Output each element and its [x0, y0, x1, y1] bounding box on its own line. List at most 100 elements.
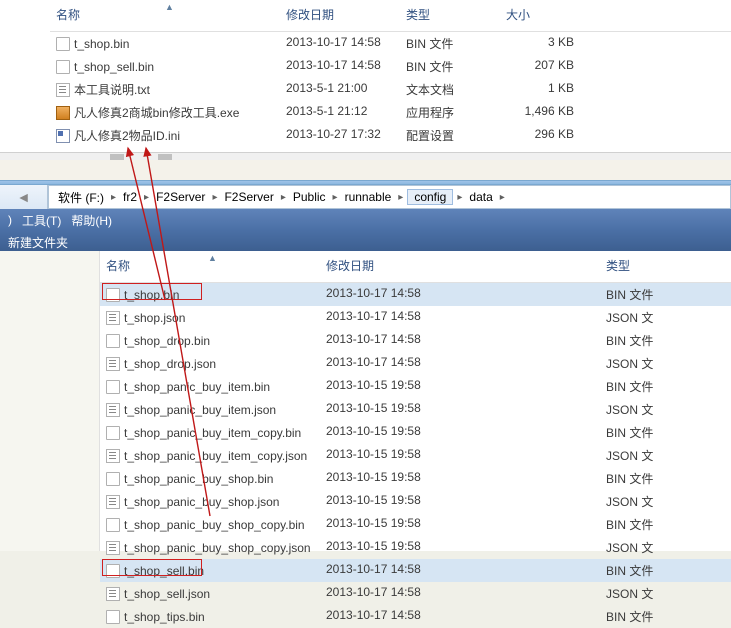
- file-type: BIN 文件: [600, 284, 731, 305]
- column-date[interactable]: 修改日期: [320, 255, 600, 276]
- file-name: t_shop_panic_buy_shop_copy.json: [124, 541, 311, 555]
- top-file-pane: 名称 ▲ 修改日期 类型 大小 t_shop.bin2013-10-17 14:…: [0, 0, 731, 152]
- file-row[interactable]: 凡人修真2物品ID.ini2013-10-27 17:32配置设置296 KB: [50, 124, 731, 147]
- file-name: t_shop_panic_buy_item_copy.bin: [124, 426, 301, 440]
- column-name[interactable]: 名称 ▲: [100, 255, 320, 276]
- file-row[interactable]: t_shop_panic_buy_item_copy.bin2013-10-15…: [100, 421, 731, 444]
- sort-indicator-icon: ▲: [208, 253, 217, 263]
- file-name: t_shop_panic_buy_shop.json: [124, 495, 279, 509]
- file-size: 296 KB: [500, 125, 580, 146]
- menu-bar: ) 工具(T) 帮助(H): [0, 209, 731, 231]
- file-icon: [106, 380, 120, 394]
- file-row[interactable]: 凡人修真2商城bin修改工具.exe 2013-5-1 21:12应用程序1,49…: [50, 101, 731, 124]
- bottom-file-list[interactable]: t_shop.bin2013-10-17 14:58BIN 文件t_shop.j…: [100, 283, 731, 628]
- file-name: t_shop_sell.json: [124, 587, 210, 601]
- file-icon: [106, 334, 120, 348]
- file-row[interactable]: t_shop_sell.bin 2013-10-17 14:58BIN 文件: [100, 559, 731, 582]
- txt-icon: [106, 311, 120, 325]
- file-size: 1,496 KB: [500, 102, 580, 123]
- file-size: 207 KB: [500, 56, 580, 77]
- file-row[interactable]: t_shop_panic_buy_item.json2013-10-15 19:…: [100, 398, 731, 421]
- file-date: 2013-10-17 14:58: [320, 330, 600, 351]
- file-type: 应用程序: [400, 102, 500, 123]
- file-row[interactable]: t_shop.bin 2013-10-17 14:58BIN 文件: [100, 283, 731, 306]
- file-row[interactable]: t_shop_panic_buy_shop.json2013-10-15 19:…: [100, 490, 731, 513]
- column-name-label: 名称: [106, 257, 130, 274]
- breadcrumb-item[interactable]: Public: [290, 190, 329, 204]
- file-date: 2013-10-15 19:58: [320, 376, 600, 397]
- exe-icon: [56, 106, 70, 120]
- file-row[interactable]: t_shop_drop.json2013-10-17 14:58JSON 文: [100, 352, 731, 375]
- file-row[interactable]: t_shop_panic_buy_shop.bin2013-10-15 19:5…: [100, 467, 731, 490]
- chevron-right-icon: ▸: [457, 192, 462, 203]
- file-row[interactable]: t_shop_tips.bin2013-10-17 14:58BIN 文件: [100, 605, 731, 628]
- file-name: t_shop.bin: [124, 288, 179, 302]
- file-date: 2013-10-17 14:58: [320, 560, 600, 581]
- file-row[interactable]: t_shop_sell.bin2013-10-17 14:58BIN 文件207…: [50, 55, 731, 78]
- breadcrumb-item[interactable]: fr2: [120, 190, 140, 204]
- file-date: 2013-10-15 19:58: [320, 537, 600, 558]
- file-date: 2013-10-17 14:58: [320, 284, 600, 305]
- breadcrumb-item[interactable]: F2Server: [153, 190, 208, 204]
- breadcrumb-item[interactable]: config: [407, 189, 453, 205]
- column-size[interactable]: 大小: [500, 4, 580, 25]
- column-date[interactable]: 修改日期: [280, 4, 400, 25]
- breadcrumb-item[interactable]: 软件 (F:): [55, 189, 107, 206]
- file-row[interactable]: t_shop.json2013-10-17 14:58JSON 文: [100, 306, 731, 329]
- file-date: 2013-10-27 17:32: [280, 125, 400, 146]
- file-date: 2013-10-17 14:58: [280, 56, 400, 77]
- file-size: 3 KB: [500, 33, 580, 54]
- top-columns-header: 名称 ▲ 修改日期 类型 大小: [50, 0, 731, 32]
- scrollbar-thumb[interactable]: [158, 154, 172, 160]
- breadcrumb-item[interactable]: runnable: [342, 190, 395, 204]
- txt-icon: [106, 587, 120, 601]
- menu-tools[interactable]: 工具(T): [22, 212, 61, 229]
- file-type: BIN 文件: [600, 560, 731, 581]
- file-row[interactable]: t_shop_sell.json2013-10-17 14:58JSON 文: [100, 582, 731, 605]
- breadcrumb-item[interactable]: F2Server: [221, 190, 276, 204]
- file-date: 2013-10-17 14:58: [320, 583, 600, 604]
- file-icon: [106, 518, 120, 532]
- breadcrumb[interactable]: 软件 (F:)▸fr2▸F2Server▸F2Server▸Public▸run…: [48, 185, 731, 209]
- txt-icon: [106, 403, 120, 417]
- file-name: t_shop_panic_buy_shop.bin: [124, 472, 273, 486]
- breadcrumb-item[interactable]: data: [466, 190, 495, 204]
- file-name: 凡人修真2商城bin修改工具.exe: [74, 104, 239, 121]
- menu-fragment: ): [8, 213, 12, 227]
- file-date: 2013-10-17 14:58: [280, 33, 400, 54]
- file-row[interactable]: t_shop_drop.bin2013-10-17 14:58BIN 文件: [100, 329, 731, 352]
- file-row[interactable]: t_shop_panic_buy_shop_copy.bin2013-10-15…: [100, 513, 731, 536]
- column-type[interactable]: 类型: [600, 255, 731, 276]
- bottom-file-pane: 名称 ▲ 修改日期 类型 t_shop.bin2013-10-17 14:58B…: [0, 251, 731, 551]
- file-date: 2013-5-1 21:00: [280, 79, 400, 100]
- column-name[interactable]: 名称 ▲: [50, 4, 280, 25]
- file-row[interactable]: 本工具说明.txt2013-5-1 21:00文本文档1 KB: [50, 78, 731, 101]
- new-folder-button[interactable]: 新建文件夹: [8, 236, 68, 250]
- top-file-list[interactable]: t_shop.bin2013-10-17 14:58BIN 文件3 KBt_sh…: [50, 32, 731, 147]
- file-row[interactable]: t_shop.bin2013-10-17 14:58BIN 文件3 KB: [50, 32, 731, 55]
- file-icon: [106, 288, 120, 302]
- file-row[interactable]: t_shop_panic_buy_shop_copy.json 2013-10-1…: [100, 536, 731, 559]
- scrollbar-thumb[interactable]: [110, 154, 124, 160]
- file-type: BIN 文件: [600, 606, 731, 627]
- column-type[interactable]: 类型: [400, 4, 500, 25]
- chevron-right-icon: ▸: [281, 192, 286, 203]
- file-date: 2013-10-17 14:58: [320, 353, 600, 374]
- nav-tree-gutter: [0, 251, 100, 551]
- file-name: t_shop_sell.bin: [124, 564, 204, 578]
- nav-back-forward[interactable]: ◄: [0, 185, 48, 209]
- menu-help[interactable]: 帮助(H): [71, 212, 112, 229]
- file-date: 2013-5-1 21:12: [280, 102, 400, 123]
- file-name: 本工具说明.txt: [74, 81, 150, 98]
- file-row[interactable]: t_shop_panic_buy_item.bin2013-10-15 19:5…: [100, 375, 731, 398]
- file-icon: [106, 426, 120, 440]
- file-type: JSON 文: [600, 307, 731, 328]
- chevron-right-icon: ▸: [500, 192, 505, 203]
- column-name-label: 名称: [56, 6, 80, 23]
- file-type: JSON 文: [600, 491, 731, 512]
- file-name: t_shop_drop.json: [124, 357, 216, 371]
- file-row[interactable]: t_shop_panic_buy_item_copy.json2013-10-1…: [100, 444, 731, 467]
- chevron-right-icon: ▸: [212, 192, 217, 203]
- file-date: 2013-10-15 19:58: [320, 399, 600, 420]
- top-scrollbar[interactable]: [0, 152, 731, 160]
